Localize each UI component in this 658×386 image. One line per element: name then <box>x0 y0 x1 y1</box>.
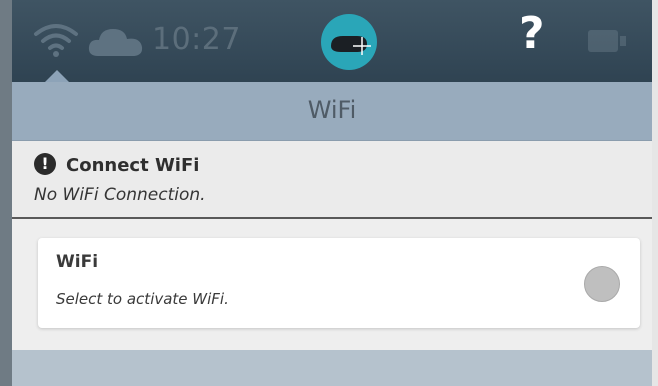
clock-time: 10:27 <box>152 22 241 57</box>
help-icon[interactable]: ? <box>519 12 545 56</box>
title-bar: WiFi <box>12 82 652 141</box>
cloud-icon[interactable] <box>86 24 146 58</box>
logo-icon <box>321 14 377 70</box>
wifi-icon[interactable] <box>32 20 80 60</box>
wifi-card-description: Select to activate WiFi. <box>56 290 229 308</box>
notice-message: No WiFi Connection. <box>34 185 206 205</box>
status-bar: 10:27 ? <box>12 0 652 82</box>
wifi-card-title: WiFi <box>56 252 99 272</box>
alert-icon: ! <box>34 153 56 175</box>
page-title: WiFi <box>307 96 357 124</box>
wifi-toggle[interactable] <box>584 266 620 302</box>
right-bezel <box>652 0 658 386</box>
connect-wifi-notice: ! Connect WiFi No WiFi Connection. <box>12 141 652 219</box>
active-indicator-notch <box>45 70 69 82</box>
notice-title: Connect WiFi <box>66 155 200 176</box>
wifi-settings-screen: 10:27 ? WiFi ! Connect WiFi No WiFi Conn… <box>0 0 658 386</box>
faint-status-icon <box>588 30 626 52</box>
bottom-strip <box>12 350 652 386</box>
wifi-toggle-card[interactable]: WiFi Select to activate WiFi. <box>38 238 640 328</box>
left-bezel <box>0 0 12 386</box>
